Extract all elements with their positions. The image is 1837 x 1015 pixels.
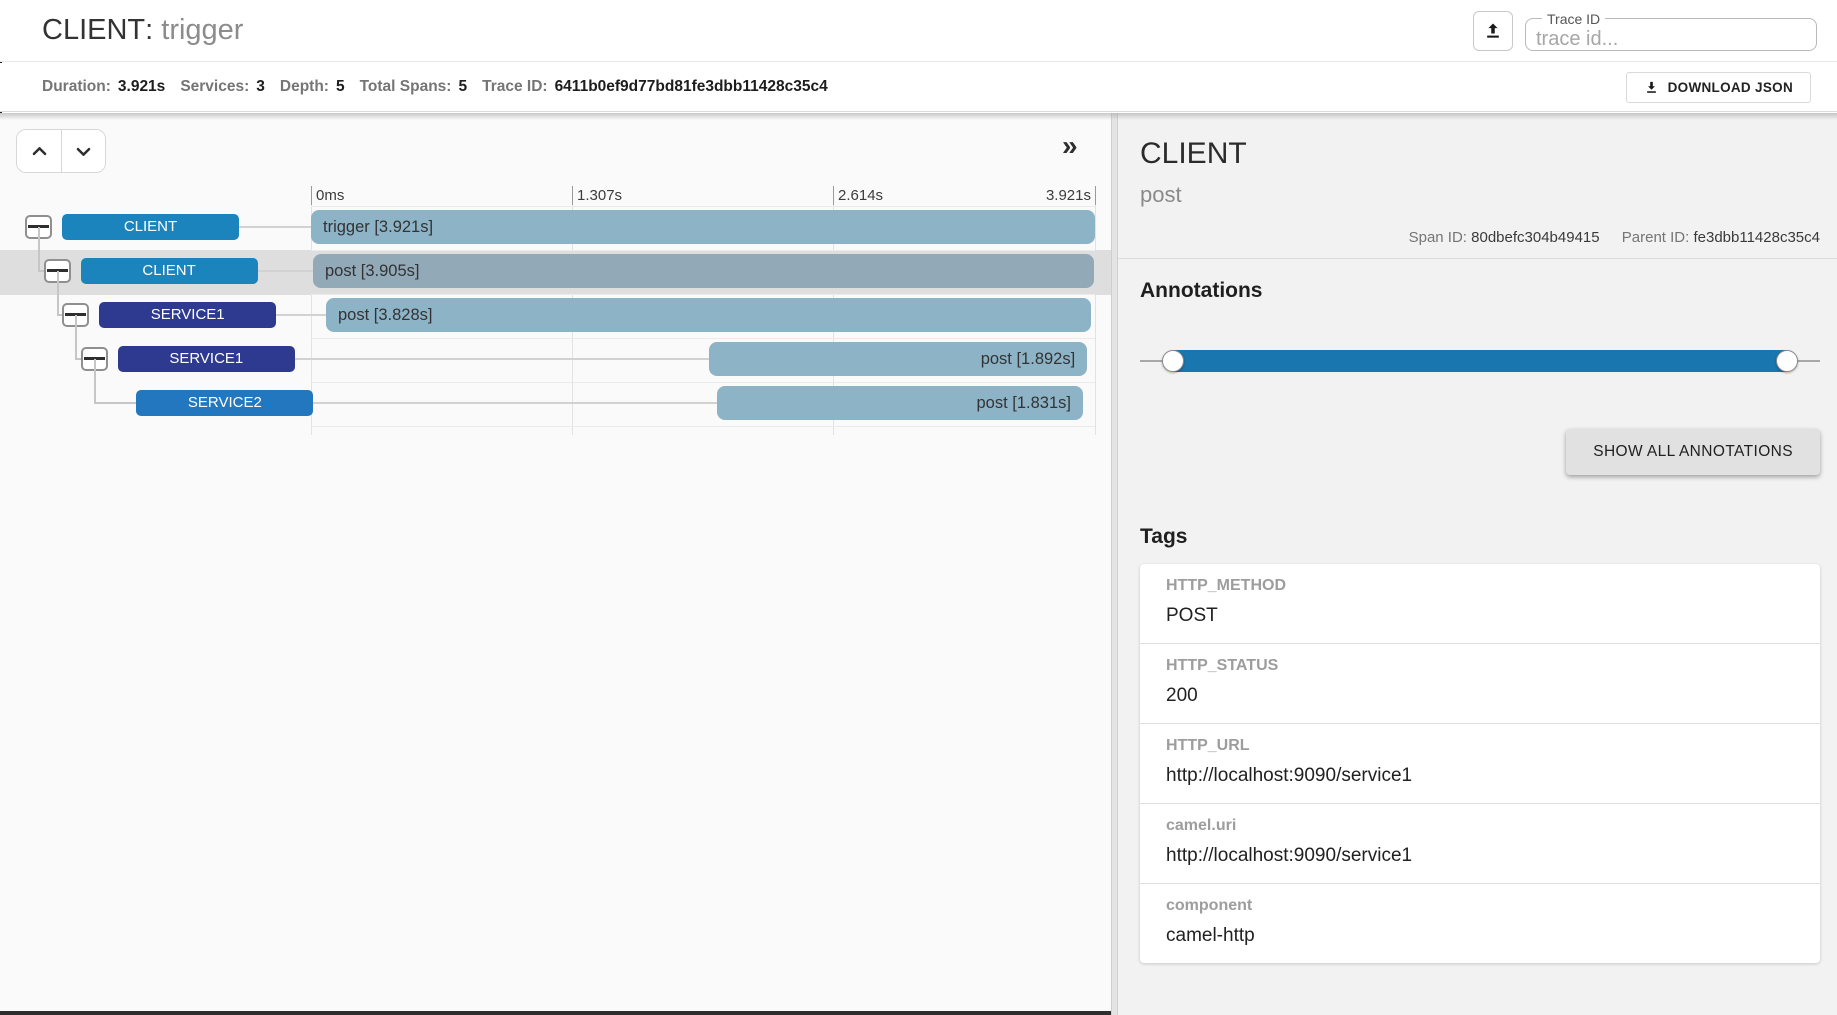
download-json-button[interactable]: DOWNLOAD JSON <box>1626 72 1811 103</box>
chevron-down-icon <box>74 142 93 161</box>
slider-fill <box>1173 350 1787 372</box>
axis-tick <box>311 186 312 206</box>
row-lead-line <box>313 402 716 404</box>
show-all-wrap: SHOW ALL ANNOTATIONS <box>1140 429 1820 475</box>
span-row: CLIENT trigger [3.921s] <box>0 210 1111 254</box>
stat-trace-id: Trace ID: 6411b0ef9d77bd81fe3dbb11428c35… <box>482 78 828 96</box>
top-header: CLIENT: trigger Trace ID <box>0 0 1837 62</box>
service-badge[interactable]: SERVICE2 <box>136 390 313 416</box>
stat-depth: Depth: 5 <box>280 78 345 96</box>
stat-services: Services: 3 <box>180 78 265 96</box>
span-bar[interactable]: post [1.831s] <box>717 386 1083 420</box>
span-id: Span ID: 80dbefc304b49415 <box>1409 229 1604 246</box>
trace-stats: Duration: 3.921s Services: 3 Depth: 5 To… <box>42 78 828 96</box>
next-span-button[interactable] <box>61 130 105 172</box>
axis-tick <box>833 186 834 206</box>
detail-span-name: post <box>1140 182 1820 208</box>
tag-row: component camel-http <box>1140 883 1820 963</box>
stat-duration: Duration: 3.921s <box>42 78 165 96</box>
tree-connector <box>57 271 59 315</box>
header-actions: Trace ID <box>1473 11 1817 51</box>
tags-title: Tags <box>1140 525 1820 549</box>
span-nav-group <box>16 129 106 173</box>
prev-span-button[interactable] <box>17 130 61 172</box>
axis-label: 1.307s <box>577 187 622 204</box>
tree-connector <box>94 359 96 403</box>
service-badge[interactable]: CLIENT <box>81 258 258 284</box>
span-row: SERVICE2 post [1.831s] <box>0 386 1111 430</box>
trace-id-field: Trace ID <box>1525 11 1817 51</box>
collapse-panel-button[interactable]: » <box>1056 131 1084 161</box>
trace-id-input[interactable] <box>1534 27 1798 52</box>
service-badge[interactable]: SERVICE1 <box>99 302 276 328</box>
tree-connector <box>75 315 77 359</box>
tag-row: HTTP_STATUS 200 <box>1140 643 1820 723</box>
annotations-title: Annotations <box>1140 279 1820 303</box>
row-lead-line <box>258 270 313 272</box>
panel-splitter[interactable] <box>1111 113 1118 1015</box>
span-bar[interactable]: post [1.892s] <box>709 342 1087 376</box>
axis-label: 3.921s <box>1046 187 1091 204</box>
tags-card: HTTP_METHOD POST HTTP_STATUS 200 HTTP_UR… <box>1140 564 1820 963</box>
slider-handle-left[interactable] <box>1162 350 1184 372</box>
show-all-annotations-button[interactable]: SHOW ALL ANNOTATIONS <box>1566 429 1820 475</box>
annotations-range-slider <box>1140 349 1820 373</box>
stat-total-spans: Total Spans: 5 <box>360 78 467 96</box>
page-title: CLIENT: trigger <box>42 14 243 47</box>
row-lead-line <box>295 358 709 360</box>
trace-summary-bar: Duration: 3.921s Services: 3 Depth: 5 To… <box>0 63 1837 112</box>
upload-icon <box>1483 21 1503 41</box>
service-badge[interactable]: SERVICE1 <box>118 346 295 372</box>
span-bar[interactable]: trigger [3.921s] <box>311 210 1095 244</box>
axis-label: 2.614s <box>838 187 883 204</box>
span-bar[interactable]: post [3.828s] <box>326 298 1091 332</box>
detail-divider <box>1118 258 1837 259</box>
span-bar[interactable]: post [3.905s] <box>313 254 1094 288</box>
timeline-bottom-scrollbar[interactable] <box>0 1011 1111 1015</box>
span-row: SERVICE1 post [1.892s] <box>0 342 1111 386</box>
service-badge[interactable]: CLIENT <box>62 214 239 240</box>
slider-handle-right[interactable] <box>1776 350 1798 372</box>
span-row: SERVICE1 post [3.828s] <box>0 298 1111 342</box>
span-ids: Span ID: 80dbefc304b49415 Parent ID: fe3… <box>1140 229 1820 246</box>
tree-connector <box>75 358 81 360</box>
span-row: CLIENT post [3.905s] <box>0 254 1111 298</box>
title-service: CLIENT <box>42 14 145 46</box>
title-separator: : <box>145 14 161 46</box>
zipkin-trace-page: CLIENT: trigger Trace ID Duration: 3.921… <box>0 0 1837 1015</box>
axis-tick <box>572 186 573 206</box>
tag-row: camel.uri http://localhost:9090/service1 <box>1140 803 1820 883</box>
span-rows: CLIENT trigger [3.921s] CLIENT post [3.9… <box>0 210 1111 440</box>
tree-connector <box>38 270 44 272</box>
tag-row: HTTP_METHOD POST <box>1140 564 1820 643</box>
tree-connector <box>38 227 40 271</box>
tag-row: HTTP_URL http://localhost:9090/service1 <box>1140 723 1820 803</box>
detail-service-name: CLIENT <box>1140 137 1820 171</box>
span-detail-panel: CLIENT post Span ID: 80dbefc304b49415 Pa… <box>1118 113 1837 1015</box>
axis-tick <box>1095 186 1096 206</box>
row-divider <box>311 206 1095 207</box>
download-icon <box>1644 80 1659 95</box>
title-span-name: trigger <box>161 14 243 46</box>
row-lead-line <box>276 314 326 316</box>
row-lead-line <box>239 226 311 228</box>
upload-trace-button[interactable] <box>1473 11 1513 51</box>
chevron-up-icon <box>30 142 49 161</box>
parent-id: Parent ID: fe3dbb11428c35c4 <box>1622 229 1820 246</box>
tree-connector <box>94 402 137 404</box>
axis-label: 0ms <box>316 187 344 204</box>
main-area: » 0ms 1.307s 2.614s 3.921s <box>0 113 1837 1015</box>
trace-timeline-panel: » 0ms 1.307s 2.614s 3.921s <box>0 113 1111 1015</box>
trace-id-label: Trace ID <box>1542 11 1605 27</box>
